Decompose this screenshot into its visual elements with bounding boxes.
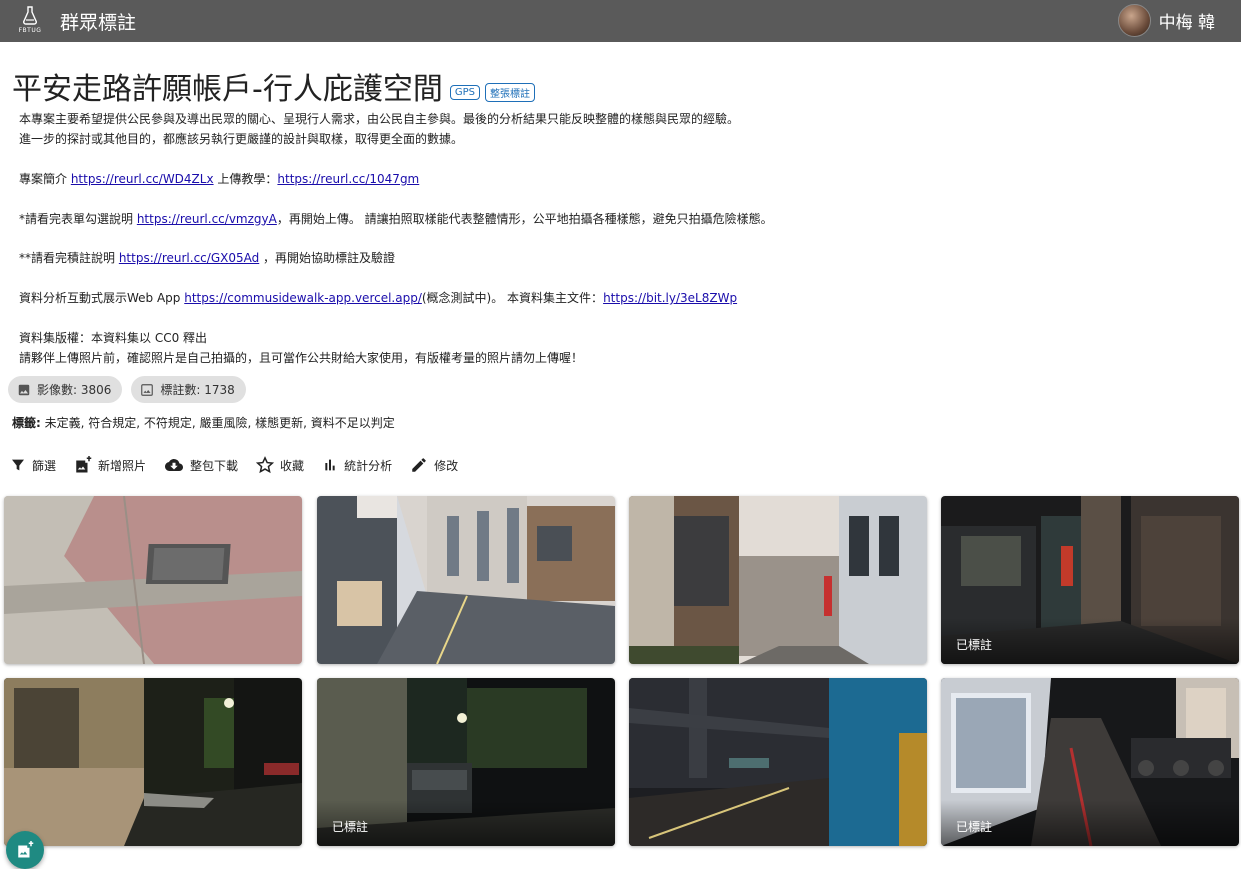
- form-prefix: *請看完表單勾選說明: [19, 211, 137, 226]
- photo-card[interactable]: [4, 678, 302, 846]
- pencil-icon: [412, 458, 426, 472]
- intro-link[interactable]: https://reurl.cc/WD4ZLx: [71, 172, 214, 186]
- add-photo-button[interactable]: 新增照片: [74, 456, 146, 474]
- app-line: 資料分析互動式展示Web App https://commusidewalk-a…: [19, 289, 919, 309]
- photo-card[interactable]: [629, 678, 927, 846]
- intro-line: 專案簡介 https://reurl.cc/WD4ZLx 上傳教學：https:…: [19, 170, 919, 190]
- stats-button[interactable]: 統計分析: [322, 457, 392, 474]
- desc-line: 本專案主要希望提供公民參與及導出民眾的關心、呈現行人需求，由公民自主參與。最後的…: [19, 112, 740, 126]
- app-logo[interactable]: FBTUG: [18, 6, 42, 36]
- top-app-bar: FBTUG 群眾標註 中梅 韓: [0, 0, 1241, 42]
- photo-size-icon: [141, 383, 154, 396]
- filter-label: 篩選: [32, 458, 57, 473]
- form-suffix: ，再開始上傳。 請讓拍照取樣能代表整體情形，公平地拍攝各種樣態，避免只拍攝危險樣…: [276, 211, 773, 226]
- add-photo-label: 新增照片: [98, 458, 147, 473]
- intro-prefix: 專案簡介: [19, 171, 71, 186]
- star-outline-icon: [256, 456, 275, 474]
- desc-line: 進一步的探討或其他目的，都應該另執行更嚴謹的設計與取樣，取得更全面的數據。: [19, 131, 464, 146]
- tag-gps: GPS: [449, 84, 480, 100]
- annotated-label: 已標註: [941, 618, 1239, 664]
- cloud-download-icon: [165, 459, 184, 471]
- photo-thumbnail: [4, 496, 302, 664]
- download-label: 整包下載: [190, 458, 239, 473]
- annot-line: **請看完積註說明 https://reurl.cc/GX05Ad ，再開始協助…: [19, 249, 919, 269]
- photo-thumbnail: [629, 678, 927, 846]
- photo-card[interactable]: 已標註: [941, 678, 1239, 846]
- annotation-count-chip: 標註數: 1738: [131, 376, 246, 403]
- edit-button[interactable]: 修改: [410, 456, 458, 474]
- stats-label: 統計分析: [344, 458, 393, 473]
- filter-button[interactable]: 篩選: [10, 457, 56, 474]
- favorite-button[interactable]: 收藏: [256, 456, 304, 474]
- annot-suffix: ，再開始協助標註及驗證: [259, 251, 396, 266]
- doc-link[interactable]: https://bit.ly/3eL8ZWp: [603, 291, 737, 305]
- warning-line: 請夥伴上傳照片前，確認照片是自己拍攝的，且可當作公共財給大家使用，有版權考量的照…: [19, 350, 584, 365]
- add-photo-icon: [18, 841, 34, 858]
- stats-chips: 影像數: 3806 標註數: 1738: [8, 376, 255, 403]
- photo-card[interactable]: 已標註: [317, 678, 615, 846]
- license-line: 資料集版權：本資料集以 CC0 釋出: [19, 330, 208, 345]
- photo-card[interactable]: [317, 496, 615, 664]
- app-title[interactable]: 群眾標註: [60, 8, 136, 35]
- annotated-label: 已標註: [941, 800, 1239, 846]
- bar-chart-icon: [325, 459, 335, 471]
- page-title: 平安走路許願帳戶-行人庇護空間: [12, 72, 443, 107]
- form-link[interactable]: https://reurl.cc/vmzgyA: [137, 212, 277, 226]
- photo-thumbnail: [629, 496, 927, 664]
- add-photo-fab[interactable]: [6, 831, 44, 869]
- flask-icon: [23, 6, 37, 25]
- add-photo-icon: [76, 456, 92, 473]
- tags-label: 標籤:: [12, 416, 41, 430]
- favorite-label: 收藏: [280, 458, 305, 473]
- filter-icon: [12, 459, 24, 471]
- image-icon: [18, 384, 30, 395]
- tags-values: 未定義, 符合規定, 不符規定, 嚴重風險, 樣態更新, 資料不足以判定: [40, 416, 395, 430]
- annot-link[interactable]: https://reurl.cc/GX05Ad: [119, 251, 259, 265]
- form-line: *請看完表單勾選說明 https://reurl.cc/vmzgyA，再開始上傳…: [19, 210, 919, 230]
- title-row: 平安走路許願帳戶-行人庇護空間 GPS 整張標註: [12, 64, 535, 108]
- photo-thumbnail: [4, 678, 302, 846]
- project-description: 本專案主要希望提供公民參與及導出民眾的關心、呈現行人需求，由公民自主參與。最後的…: [19, 110, 919, 369]
- annotated-label: 已標註: [317, 800, 615, 846]
- app-suffix: (概念測試中)。 本資料集主文件：: [421, 291, 604, 306]
- project-toolbar: 篩選 新增照片 整包下載 收藏 統計分析 修改: [10, 456, 476, 474]
- tutorial-prefix: 上傳教學：: [213, 171, 278, 186]
- app-prefix: 資料分析互動式展示Web App: [19, 291, 185, 306]
- user-menu[interactable]: 中梅 韓: [1117, 4, 1215, 37]
- app-link[interactable]: https://commusidewalk-app.vercel.app/: [184, 291, 422, 305]
- download-button[interactable]: 整包下載: [164, 456, 238, 474]
- image-count-chip: 影像數: 3806: [8, 376, 123, 403]
- image-count: 影像數: 3806: [37, 383, 112, 397]
- avatar[interactable]: [1117, 4, 1151, 37]
- annotation-count: 標註數: 1738: [160, 383, 235, 397]
- tutorial-link[interactable]: https://reurl.cc/1047gm: [277, 172, 419, 186]
- photo-thumbnail: [317, 496, 615, 664]
- annot-prefix: **請看完積註說明: [19, 251, 119, 266]
- photo-card[interactable]: [4, 496, 302, 664]
- photo-card[interactable]: [629, 496, 927, 664]
- photo-card[interactable]: 已標註: [941, 496, 1239, 664]
- logo-text: FBTUG: [18, 27, 42, 34]
- label-tags: 標籤: 未定義, 符合規定, 不符規定, 嚴重風險, 樣態更新, 資料不足以判定: [12, 414, 395, 431]
- user-name[interactable]: 中梅 韓: [1159, 8, 1215, 33]
- edit-label: 修改: [434, 458, 459, 473]
- tag-full-annotation: 整張標註: [484, 82, 535, 102]
